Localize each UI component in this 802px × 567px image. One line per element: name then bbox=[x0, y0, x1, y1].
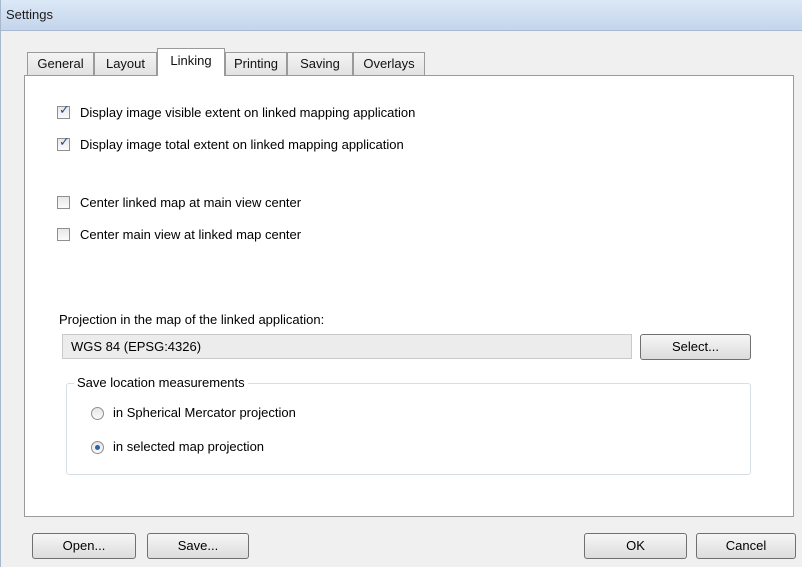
total-extent-label: Display image total extent on linked map… bbox=[80, 137, 404, 152]
visible-extent-label: Display image visible extent on linked m… bbox=[80, 105, 416, 120]
center-linked-map-label: Center linked map at main view center bbox=[80, 195, 302, 210]
tab-general[interactable]: General bbox=[27, 52, 94, 75]
tab-printing[interactable]: Printing bbox=[225, 52, 287, 75]
selected-projection-label: in selected map projection bbox=[113, 439, 265, 454]
save-button[interactable]: Save... bbox=[147, 533, 249, 559]
save-location-title: Save location measurements bbox=[74, 375, 248, 390]
center-main-view-checkbox[interactable] bbox=[57, 228, 70, 241]
spherical-mercator-label: in Spherical Mercator projection bbox=[113, 405, 296, 420]
projection-field: WGS 84 (EPSG:4326) bbox=[62, 334, 632, 359]
tab-linking[interactable]: Linking bbox=[157, 48, 225, 76]
title-bar[interactable]: Settings bbox=[1, 0, 802, 31]
window-title: Settings bbox=[6, 7, 53, 22]
save-location-groupbox: Save location measurements in Spherical … bbox=[66, 375, 751, 475]
tab-saving[interactable]: Saving bbox=[287, 52, 353, 75]
visible-extent-checkbox[interactable] bbox=[57, 103, 70, 119]
settings-window: Settings General Layout Linking Printing… bbox=[0, 0, 802, 567]
projection-label: Projection in the map of the linked appl… bbox=[59, 312, 325, 327]
cancel-button[interactable]: Cancel bbox=[696, 533, 796, 559]
open-button[interactable]: Open... bbox=[32, 533, 136, 559]
tab-layout[interactable]: Layout bbox=[94, 52, 157, 75]
total-extent-checkbox[interactable] bbox=[57, 135, 70, 151]
ok-button[interactable]: OK bbox=[584, 533, 687, 559]
linking-panel: Display image visible extent on linked m… bbox=[24, 75, 794, 517]
tab-overlays[interactable]: Overlays bbox=[353, 52, 425, 75]
center-main-view-label: Center main view at linked map center bbox=[80, 227, 302, 242]
selected-projection-radio[interactable] bbox=[91, 441, 104, 454]
spherical-mercator-radio[interactable] bbox=[91, 407, 104, 420]
select-projection-button[interactable]: Select... bbox=[640, 334, 751, 360]
center-linked-map-checkbox[interactable] bbox=[57, 196, 70, 209]
